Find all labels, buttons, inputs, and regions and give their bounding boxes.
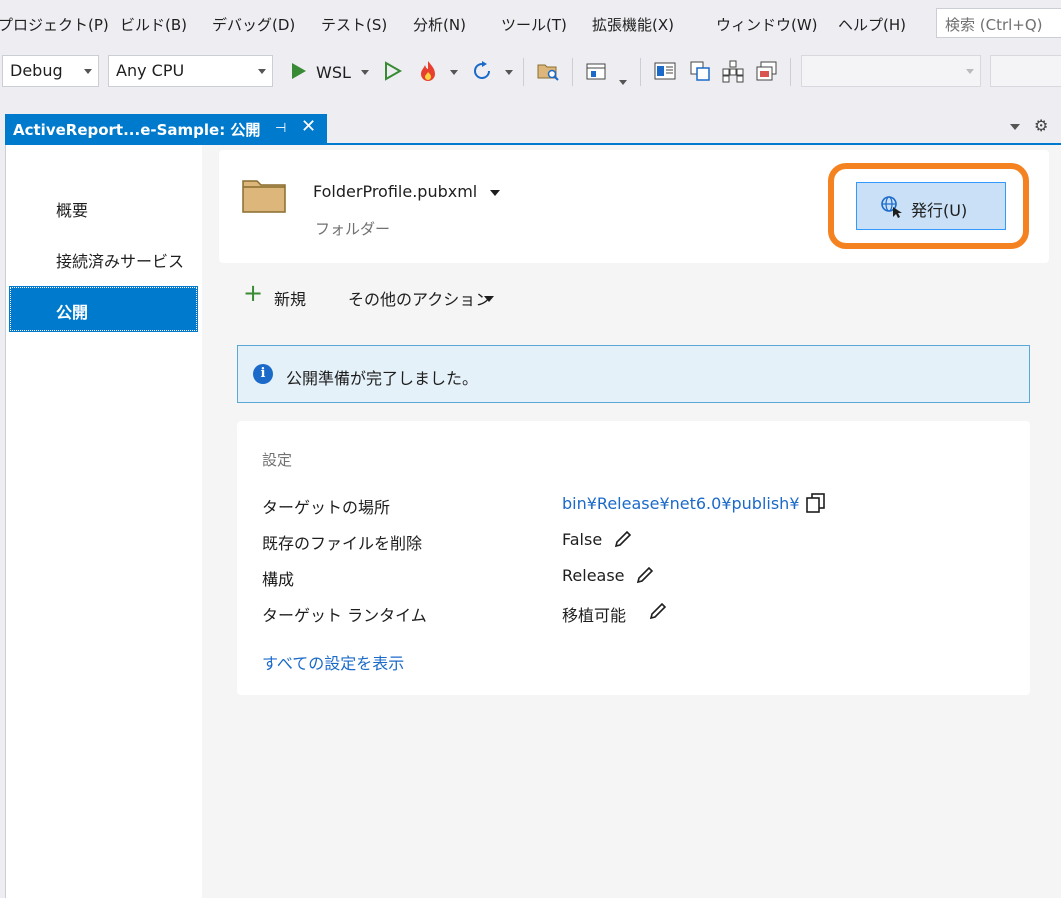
settings-title: 設定 [262,451,293,469]
toolbar-separator [790,58,791,86]
setting-value-configuration: Release [562,566,625,585]
run-target-label[interactable]: WSL [316,63,351,82]
edit-pencil-icon[interactable] [613,529,633,549]
search-input[interactable]: 検索 (Ctrl+Q) [936,8,1061,38]
setting-value-target-runtime: 移植可能 [562,606,627,625]
chevron-down-icon[interactable] [361,70,369,75]
plus-icon: + [243,279,264,307]
other-actions-dropdown[interactable]: その他のアクション [348,286,491,310]
window-stack-icon[interactable] [755,59,779,83]
chevron-down-icon[interactable] [505,70,513,75]
setting-value-target-location[interactable]: bin¥Release¥net6.0¥publish¥ [562,494,800,513]
menu-tools[interactable]: ツール(T) [501,14,567,35]
chevron-down-icon[interactable] [450,70,458,75]
toolbar-separator [572,58,573,86]
start-debugging-icon[interactable] [286,59,310,83]
setting-label-delete-existing: 既存のファイルを削除 [262,534,423,553]
chevron-down-icon[interactable] [619,80,627,85]
browser-window-icon[interactable] [584,59,608,83]
show-all-settings-link[interactable]: すべての設定を表示 [262,650,404,674]
menu-debug[interactable]: デバッグ(D) [212,14,295,35]
info-icon: i [253,364,273,384]
grid-icon[interactable] [721,59,745,83]
platform-dropdown[interactable]: Any CPU [108,55,273,87]
configuration-value: Debug [10,61,63,80]
chevron-down-icon[interactable] [484,296,494,302]
menu-project[interactable]: プロジェクト(P) [0,14,109,35]
toolbar-separator [523,58,524,86]
menu-test[interactable]: テスト(S) [321,14,387,35]
publish-button-label: 発行(U) [911,201,968,220]
gear-icon[interactable]: ⚙ [1034,116,1048,135]
edit-pencil-icon[interactable] [635,565,655,585]
publish-button[interactable]: 発行(U) [856,182,1006,230]
tab-overflow-chevron-icon[interactable] [1010,124,1020,130]
startup-item-dropdown[interactable] [801,55,981,87]
folder-icon [242,180,286,213]
nav-item-overview[interactable]: 概要 [9,184,198,230]
info-bar: i 公開準備が完了しました。 [237,345,1030,403]
copy-window-icon[interactable] [688,59,712,83]
setting-value-delete-existing: False [562,530,603,549]
publish-globe-icon [881,196,902,218]
tab-publish-document[interactable]: ActiveReport...e-Sample: 公開 ⊣ ✕ [5,114,327,144]
chevron-down-icon[interactable] [490,190,500,196]
menu-extensions[interactable]: 拡張機能(X) [592,14,674,35]
menu-window[interactable]: ウィンドウ(W) [716,14,818,35]
publish-profile-dropdown[interactable]: FolderProfile.pubxml [313,182,477,201]
nav-item-publish[interactable]: 公開 [9,286,198,332]
menu-analyze[interactable]: 分析(N) [413,14,466,35]
document-tab-strip: ActiveReport...e-Sample: 公開 ⊣ ✕ ⚙ [0,94,1061,144]
edit-pencil-icon[interactable] [648,601,668,621]
extra-toolbar-dropdown[interactable] [990,55,1061,87]
nav-item-connected-services[interactable]: 接続済みサービス [9,235,198,281]
info-message: 公開準備が完了しました。 [286,369,479,388]
start-without-debugging-icon[interactable] [380,59,404,83]
new-profile-label: 新規 [274,290,307,309]
close-icon[interactable]: ✕ [301,116,316,137]
toolbar-separator [640,58,641,86]
copy-icon[interactable] [805,492,827,514]
hot-reload-icon[interactable] [416,59,440,83]
configuration-dropdown[interactable]: Debug [2,55,99,87]
folder-search-icon[interactable] [536,59,560,83]
chevron-down-icon [84,69,92,74]
platform-value: Any CPU [116,61,185,80]
tab-title: ActiveReport...e-Sample: 公開 [13,121,261,139]
profile-type: フォルダー [315,220,391,238]
pin-icon[interactable]: ⊣ [275,121,286,136]
chevron-down-icon [966,69,974,74]
setting-label-target-location: ターゲットの場所 [262,498,391,517]
layout-icon[interactable] [653,59,677,83]
chevron-down-icon [258,69,266,74]
setting-label-target-runtime: ターゲット ランタイム [262,606,427,625]
toolbar: Debug Any CPU WSL [0,50,1061,94]
menu-help[interactable]: ヘルプ(H) [838,14,906,35]
setting-label-configuration: 構成 [262,570,295,589]
menu-build[interactable]: ビルド(B) [120,14,187,35]
refresh-icon[interactable] [470,59,494,83]
menu-bar: プロジェクト(P) ビルド(B) デバッグ(D) テスト(S) 分析(N) ツー… [0,0,1061,50]
